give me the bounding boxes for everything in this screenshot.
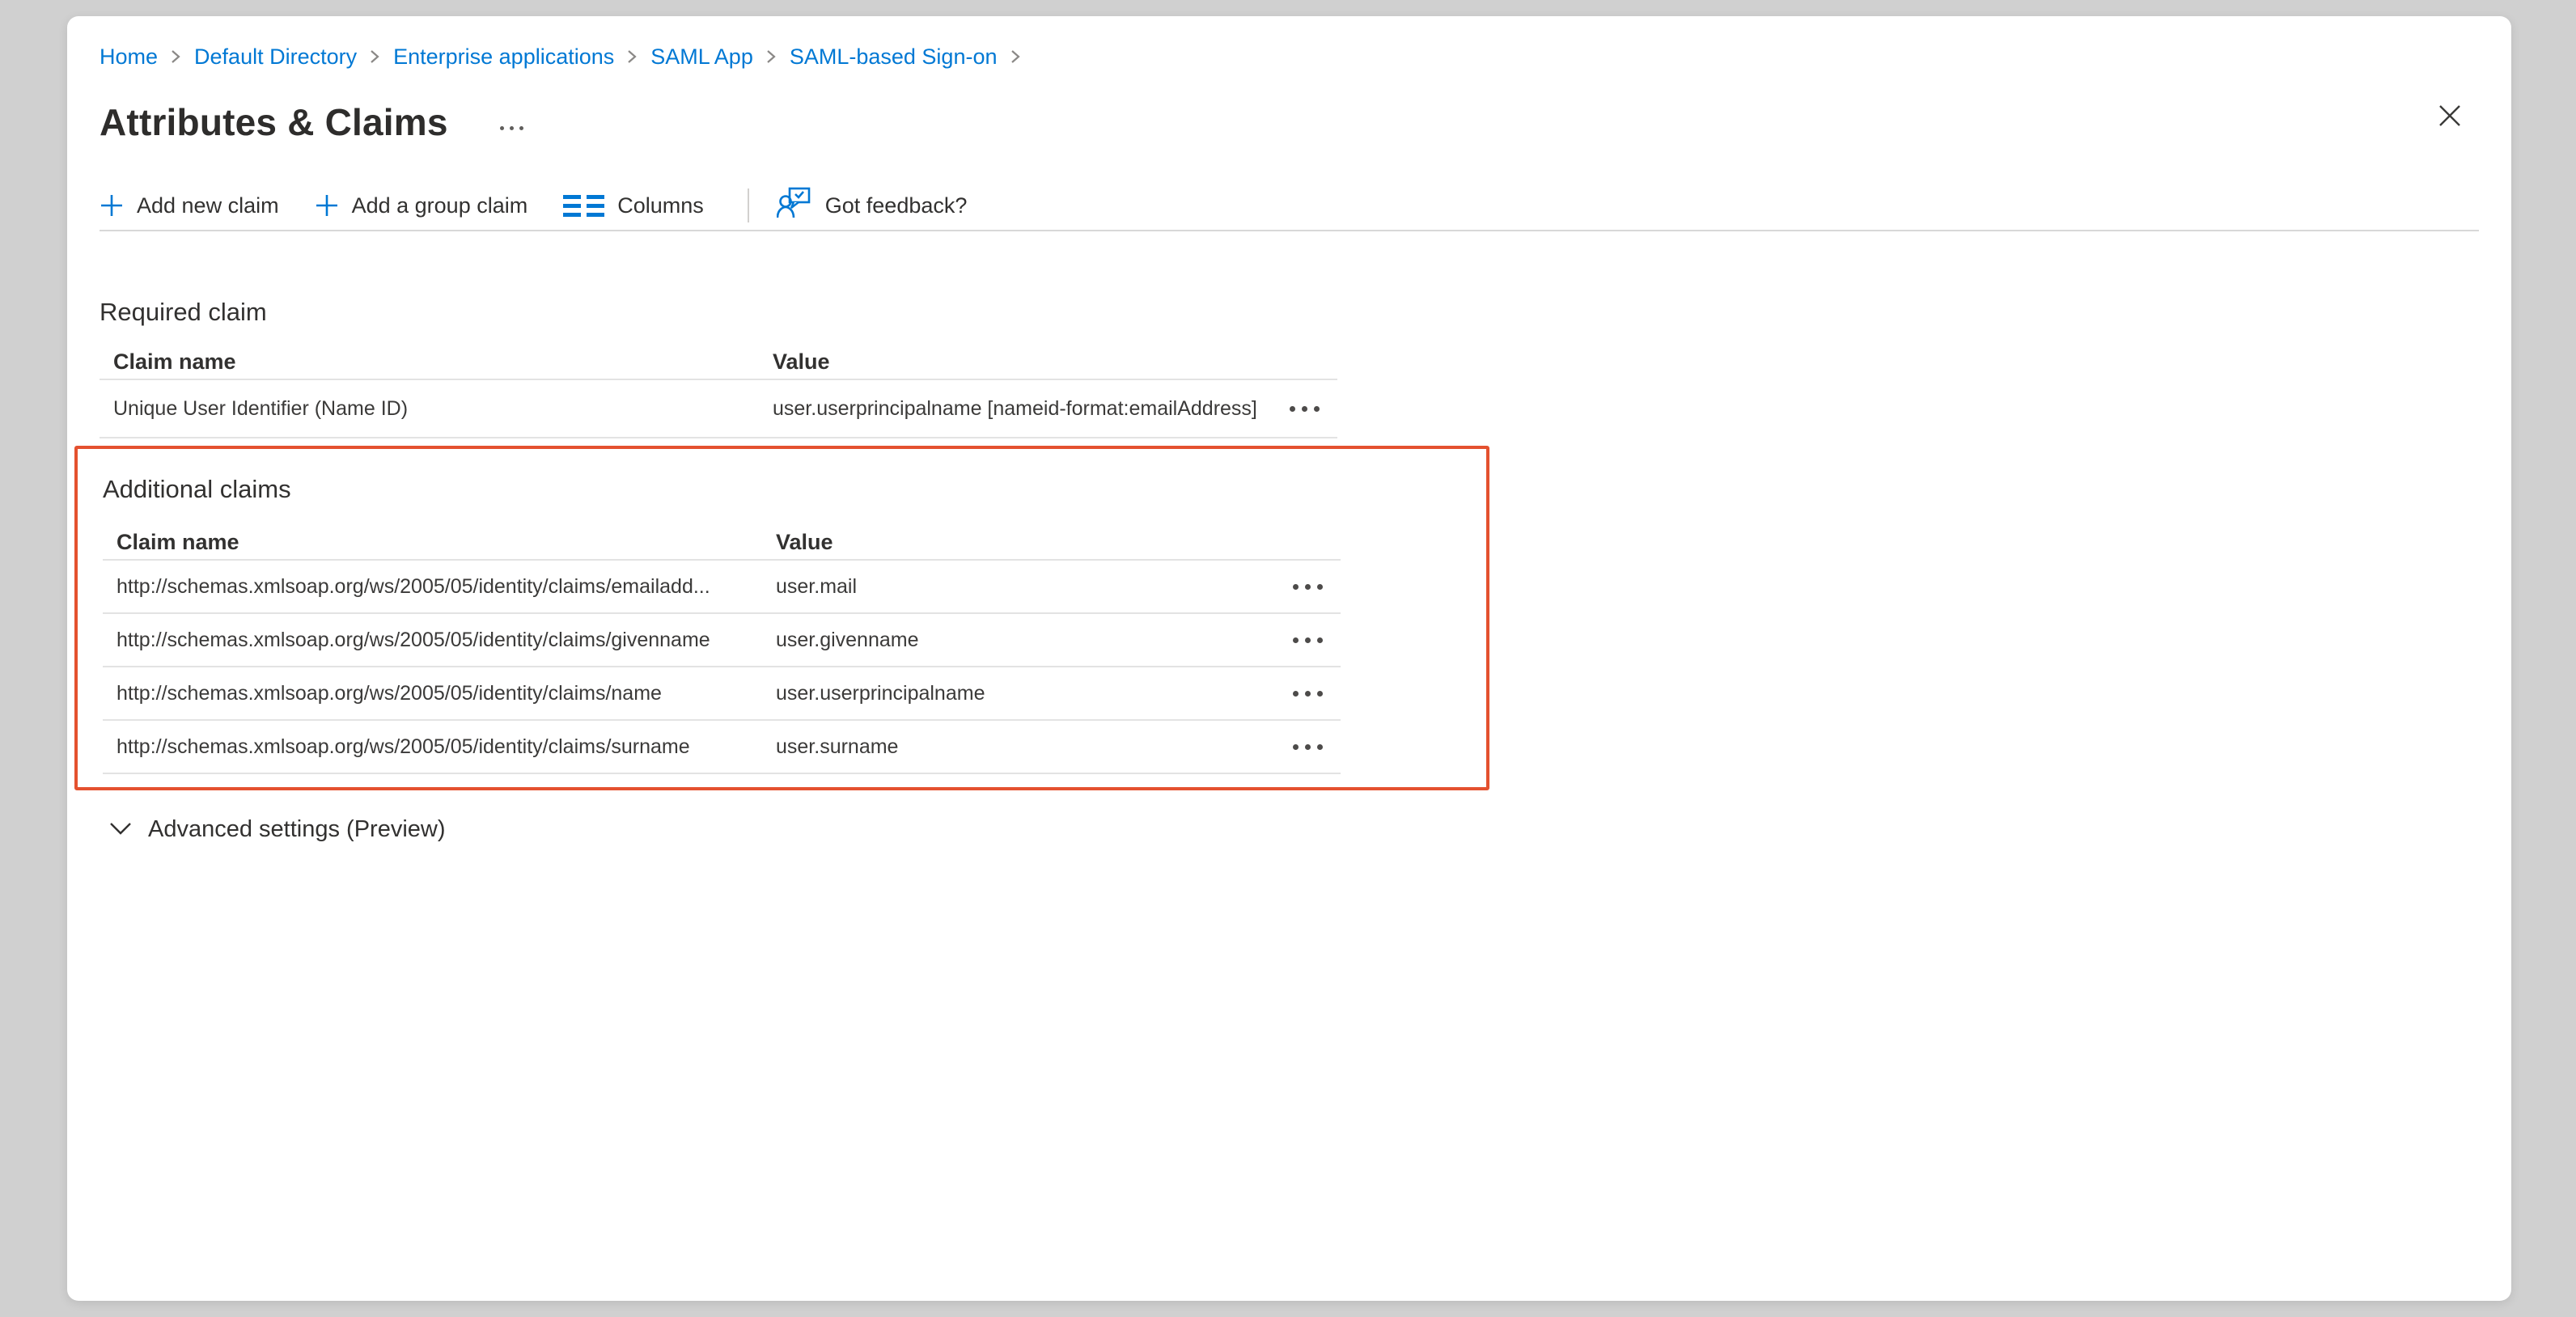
add-group-claim-button[interactable]: Add a group claim [315, 193, 528, 218]
row-ellipsis-icon[interactable] [1292, 637, 1341, 643]
claim-name-cell: http://schemas.xmlsoap.org/ws/2005/05/id… [103, 629, 776, 652]
table-row[interactable]: http://schemas.xmlsoap.org/ws/2005/05/id… [103, 721, 1341, 774]
breadcrumb-default-directory[interactable]: Default Directory [194, 44, 357, 70]
chevron-down-icon [109, 821, 132, 838]
title-row: Attributes & Claims [100, 99, 2479, 146]
add-group-claim-label: Add a group claim [352, 193, 528, 218]
advanced-settings-label: Advanced settings (Preview) [148, 816, 446, 843]
add-new-claim-button[interactable]: Add new claim [100, 193, 279, 218]
plus-icon [315, 193, 339, 218]
close-icon [2438, 104, 2462, 130]
chevron-right-icon [369, 47, 381, 66]
column-header-claim-name: Claim name [103, 530, 776, 555]
breadcrumb: Home Default Directory Enterprise applic… [100, 42, 2479, 71]
additional-claims-heading: Additional claims [103, 473, 1486, 506]
required-claim-table: Claim name Value Unique User Identifier … [100, 345, 1337, 438]
row-ellipsis-icon[interactable] [1292, 691, 1341, 697]
chevron-right-icon [170, 47, 182, 66]
claim-name-cell: http://schemas.xmlsoap.org/ws/2005/05/id… [103, 575, 776, 599]
chevron-right-icon [626, 47, 638, 66]
plus-icon [100, 193, 124, 218]
column-header-value: Value [776, 530, 1292, 555]
more-commands-icon[interactable] [500, 115, 523, 130]
got-feedback-label: Got feedback? [825, 193, 968, 218]
chevron-right-icon [1010, 47, 1022, 66]
row-ellipsis-icon[interactable] [1292, 584, 1341, 590]
claim-name-cell: http://schemas.xmlsoap.org/ws/2005/05/id… [103, 735, 776, 759]
claim-value-cell: user.userprincipalname [nameid-format:em… [773, 397, 1289, 421]
add-new-claim-label: Add new claim [137, 193, 279, 218]
advanced-settings-toggle[interactable]: Advanced settings (Preview) [100, 816, 446, 843]
column-header-value: Value [773, 349, 1289, 375]
table-row[interactable]: http://schemas.xmlsoap.org/ws/2005/05/id… [103, 667, 1341, 721]
table-row[interactable]: http://schemas.xmlsoap.org/ws/2005/05/id… [103, 614, 1341, 667]
table-header-row: Claim name Value [100, 345, 1337, 380]
claim-value-cell: user.userprincipalname [776, 682, 1292, 705]
claim-value-cell: user.givenname [776, 629, 1292, 652]
required-claim-section: Required claim Claim name Value Unique U… [100, 296, 2479, 438]
table-header-row: Claim name Value [103, 525, 1341, 561]
required-claim-heading: Required claim [100, 296, 2479, 328]
columns-icon [563, 195, 604, 217]
row-ellipsis-icon[interactable] [1289, 406, 1337, 412]
columns-button[interactable]: Columns [563, 193, 704, 218]
chevron-right-icon [765, 47, 777, 66]
claim-name-cell: http://schemas.xmlsoap.org/ws/2005/05/id… [103, 682, 776, 705]
toolbar-divider [748, 188, 749, 222]
breadcrumb-saml-based-sign-on[interactable]: SAML-based Sign-on [790, 44, 998, 70]
columns-label: Columns [617, 193, 704, 218]
column-header-claim-name: Claim name [100, 349, 773, 375]
claim-value-cell: user.mail [776, 575, 1292, 599]
additional-claims-section-highlighted: Additional claims Claim name Value http:… [74, 446, 1489, 790]
breadcrumb-home[interactable]: Home [100, 44, 158, 70]
page-background: { "breadcrumb": { "items": [ { "label": … [0, 0, 2576, 1317]
command-bar: Add new claim Add a group claim Columns [100, 196, 2479, 231]
claim-name-cell: Unique User Identifier (Name ID) [100, 397, 773, 421]
breadcrumb-enterprise-applications[interactable]: Enterprise applications [393, 44, 614, 70]
attributes-claims-blade: Home Default Directory Enterprise applic… [67, 16, 2511, 1301]
additional-claims-table: Claim name Value http://schemas.xmlsoap.… [103, 525, 1341, 774]
table-row[interactable]: http://schemas.xmlsoap.org/ws/2005/05/id… [103, 561, 1341, 614]
row-ellipsis-icon[interactable] [1292, 744, 1341, 750]
breadcrumb-saml-app[interactable]: SAML App [650, 44, 753, 70]
table-row[interactable]: Unique User Identifier (Name ID) user.us… [100, 380, 1337, 438]
claim-value-cell: user.surname [776, 735, 1292, 759]
page-title: Attributes & Claims [100, 100, 448, 144]
close-button[interactable] [2430, 97, 2469, 136]
got-feedback-button[interactable]: Got feedback? [777, 187, 968, 225]
feedback-person-icon [777, 187, 812, 225]
